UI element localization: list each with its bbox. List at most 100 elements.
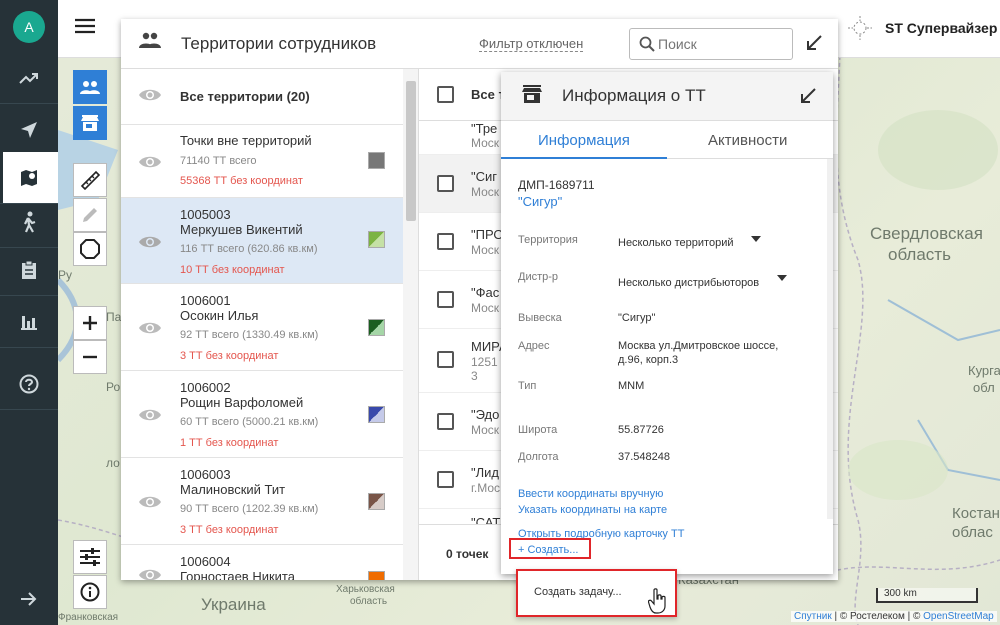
pick-coordinates-link[interactable]: Указать координаты на карте — [518, 504, 667, 516]
map-label-region: Костана — [952, 505, 1000, 522]
sliders-icon — [80, 548, 100, 566]
type-label: Тип — [518, 380, 537, 392]
territory-warning: 3 ТТ без координат — [180, 350, 279, 362]
territory-code: 1006003 — [180, 467, 231, 482]
zoom-in-button[interactable] — [73, 306, 107, 340]
tt-checkbox[interactable] — [437, 233, 454, 250]
territory-color-swatch[interactable] — [368, 152, 385, 169]
info-panel-scrollbar[interactable] — [827, 159, 833, 519]
attribution-link[interactable]: OpenStreetMap — [923, 611, 994, 622]
territory-row[interactable]: 1006001 Осокин Илья 92 ТТ всего (1330.49… — [121, 284, 403, 371]
territory-code: 1006002 — [180, 380, 231, 395]
sign-value: "Сигур" — [618, 312, 656, 324]
eye-icon[interactable] — [138, 567, 162, 580]
territory-name: Меркушев Викентий — [180, 222, 303, 237]
info-panel-title: Информация о ТТ — [562, 86, 706, 105]
people-icon — [139, 32, 161, 48]
longitude-value: 37.548248 — [618, 451, 670, 463]
tt-checkbox[interactable] — [437, 351, 454, 368]
tt-name-link[interactable]: "Сигур" — [518, 194, 562, 209]
territory-list: Все территории (20) Точки вне территорий… — [121, 69, 419, 580]
scroll-thumb[interactable] — [406, 81, 416, 221]
nav-help[interactable] — [0, 358, 58, 410]
territory-row[interactable]: 1006002 Рощин Варфоломей 60 ТТ всего (50… — [121, 371, 403, 458]
map-label-region: область — [350, 596, 388, 607]
plus-icon — [83, 316, 97, 330]
enter-coordinates-link[interactable]: Ввести координаты вручную — [518, 488, 663, 500]
territory-color-swatch[interactable] — [368, 231, 385, 248]
trending-up-icon — [19, 72, 38, 84]
tt-address: Моск — [471, 423, 500, 437]
territory-row[interactable]: 1006004 Горностаев Никита — [121, 545, 403, 580]
eye-icon[interactable] — [138, 154, 162, 170]
map-label-edge: Ру — [58, 268, 73, 282]
territory-info: 71140 ТТ всего — [180, 155, 257, 167]
nav-analytics[interactable] — [0, 52, 58, 104]
select-all-checkbox[interactable] — [437, 86, 454, 103]
territories-toggle-button[interactable] — [73, 70, 107, 104]
address-value: д.96, корп.3 — [618, 354, 679, 366]
territory-warning: 10 ТТ без координат — [180, 264, 285, 276]
territory-row[interactable]: 1006003 Малиновский Тит 90 ТТ всего (120… — [121, 458, 403, 545]
territory-info: 90 ТТ всего (1202.39 кв.км) — [180, 503, 319, 515]
distributor-select[interactable]: Несколько дистрибьюторов — [618, 277, 759, 289]
eye-icon[interactable] — [138, 494, 162, 510]
map-label-edge: Ро — [106, 380, 121, 394]
territory-select[interactable]: Несколько территорий — [618, 237, 733, 249]
collapse-arrow-icon[interactable] — [799, 87, 817, 105]
filter-toggle-link[interactable]: Фильтр отключен — [479, 36, 584, 52]
collapse-arrow-icon[interactable] — [805, 34, 823, 52]
avatar[interactable]: A — [13, 11, 45, 43]
help-circle-icon — [19, 374, 39, 393]
ruler-tool-button[interactable] — [73, 163, 107, 197]
tab-information[interactable]: Информация — [538, 132, 630, 149]
search-input[interactable] — [658, 36, 784, 52]
territory-row-all[interactable]: Все территории (20) — [121, 69, 403, 125]
chevron-down-icon[interactable] — [751, 236, 761, 242]
tab-activities[interactable]: Активности — [708, 132, 787, 149]
zoom-out-button[interactable] — [73, 340, 107, 374]
eye-icon[interactable] — [138, 407, 162, 423]
territory-color-swatch[interactable] — [368, 571, 385, 580]
territory-color-swatch[interactable] — [368, 493, 385, 510]
territory-row[interactable]: Точки вне территорий 71140 ТТ всего 5536… — [121, 125, 403, 198]
territory-row-selected[interactable]: 1005003 Меркушев Викентий 116 ТТ всего (… — [121, 198, 403, 284]
tt-checkbox[interactable] — [437, 413, 454, 430]
panel-title: Территории сотрудников — [181, 34, 377, 53]
territory-name: Малиновский Тит — [180, 482, 286, 497]
nav-tasks[interactable] — [0, 244, 58, 296]
hamburger-menu-icon[interactable] — [75, 18, 95, 34]
layers-settings-button[interactable] — [73, 540, 107, 574]
tt-checkbox[interactable] — [437, 175, 454, 192]
stores-toggle-button[interactable] — [73, 106, 107, 140]
territory-warning: 3 ТТ без координат — [180, 524, 279, 536]
polygon-tool-button[interactable] — [73, 232, 107, 266]
draw-tool-button[interactable] — [73, 198, 107, 232]
nav-logout[interactable] — [0, 573, 58, 625]
chevron-down-icon[interactable] — [777, 275, 787, 281]
search-box[interactable] — [629, 28, 793, 60]
all-territories-label: Все территории (20) — [180, 89, 310, 104]
territory-list-scrollbar[interactable] — [403, 69, 418, 580]
territory-color-swatch[interactable] — [368, 319, 385, 336]
eye-icon[interactable] — [138, 234, 162, 250]
tt-checkbox[interactable] — [437, 291, 454, 308]
nav-navigation[interactable] — [0, 104, 58, 156]
eye-icon[interactable] — [138, 320, 162, 336]
tt-address: Моск — [471, 136, 500, 150]
eye-icon[interactable] — [138, 87, 162, 103]
attribution-link[interactable]: Спутник — [794, 611, 832, 622]
territory-color-swatch[interactable] — [368, 406, 385, 423]
map-info-button[interactable] — [73, 575, 107, 609]
nav-routes[interactable] — [0, 196, 58, 248]
tt-address: 3 — [471, 369, 478, 383]
create-link-highlight — [509, 538, 591, 559]
tt-name: "САТ — [471, 515, 501, 524]
pencil-icon — [83, 208, 97, 222]
walking-person-icon — [24, 211, 36, 233]
tt-checkbox[interactable] — [437, 471, 454, 488]
map-label-country: Украина — [201, 595, 266, 614]
nav-reports[interactable] — [0, 296, 58, 348]
create-task-menu-item[interactable]: Создать задачу... — [534, 586, 622, 598]
territory-info: 92 ТТ всего (1330.49 кв.км) — [180, 329, 319, 341]
